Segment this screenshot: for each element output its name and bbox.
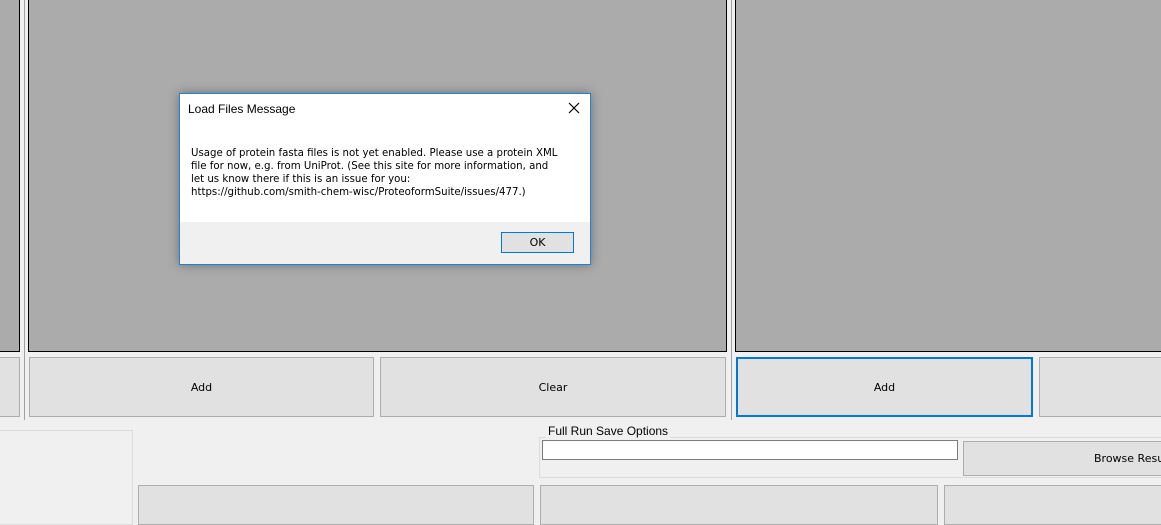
add-button-right[interactable]: Add (736, 357, 1033, 417)
splitter-right[interactable] (731, 0, 732, 420)
bottom-button-2[interactable] (540, 485, 938, 525)
partial-button-left[interactable] (0, 357, 20, 417)
full-run-save-options-label: Full Run Save Options (546, 424, 671, 438)
clear-button-middle[interactable]: Clear (380, 357, 726, 417)
splitter-left[interactable] (24, 0, 25, 420)
load-files-message-dialog: Load Files Message Usage of protein fast… (179, 93, 591, 265)
browse-results-label: Browse Result (1094, 452, 1161, 465)
add-button-left[interactable]: Add (29, 357, 374, 417)
results-path-input[interactable] (542, 440, 958, 460)
bottom-button-3[interactable] (944, 485, 1161, 525)
close-icon[interactable] (564, 98, 584, 118)
partial-button-right[interactable] (1039, 357, 1161, 417)
options-panel-left (0, 430, 133, 525)
ok-button[interactable]: OK (501, 232, 574, 253)
bottom-button-1[interactable] (138, 485, 534, 525)
browse-results-button[interactable]: Browse Result (963, 441, 1161, 476)
dialog-title: Load Files Message (188, 102, 296, 116)
dialog-message: Usage of protein fasta files is not yet … (191, 148, 558, 198)
file-grid-far-left[interactable] (0, 0, 20, 352)
dialog-footer: OK (180, 222, 590, 264)
file-grid-right[interactable] (735, 0, 1161, 352)
